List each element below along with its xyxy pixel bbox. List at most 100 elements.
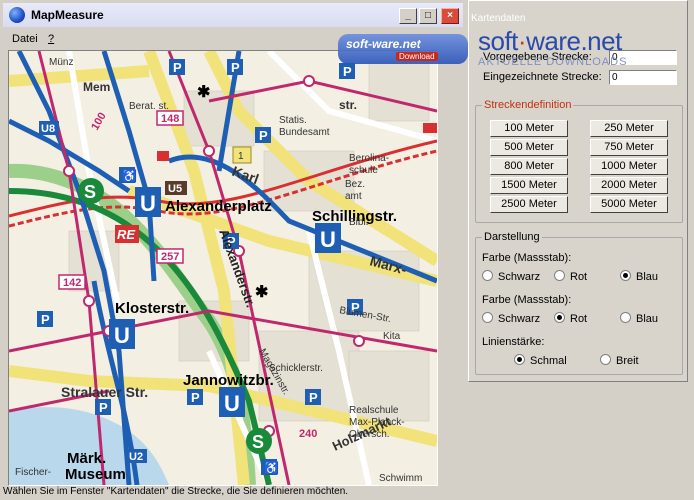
label-schule: schule [349, 165, 378, 176]
radio-farbe1-schwarz[interactable]: Schwarz [482, 270, 540, 283]
label-amt: amt [345, 191, 362, 202]
label-bez: Bez. [345, 179, 365, 190]
ubahn-station-icon: U [109, 319, 135, 349]
svg-text:P: P [309, 390, 318, 405]
streckendefinition-title: Streckendefinition [482, 99, 574, 111]
radio-label: Rot [570, 271, 588, 283]
title-bar[interactable]: MapMeasure _ □ × [3, 3, 463, 27]
svg-text:P: P [259, 128, 268, 143]
radio-schmal[interactable]: Schmal [514, 354, 567, 367]
radio-icon [482, 312, 493, 323]
watermark-logo-dot: · [517, 26, 527, 56]
station-maerk-museum-line2: Museum [65, 466, 126, 483]
map-view[interactable]: P P P P P P P P P P U U U U S S RE ♿ ♿ ✱… [8, 50, 438, 486]
station-jannowitzbr: Jannowitzbr. [183, 372, 274, 389]
radio-breit[interactable]: Breit [600, 354, 639, 367]
parking-icon: P [305, 389, 321, 405]
city-map[interactable]: P P P P P P P P P P U U U U S S RE ♿ ♿ ✱… [9, 51, 437, 485]
btn-800m[interactable]: 800 Meter [490, 158, 568, 175]
label-str: str. [339, 98, 357, 112]
btn-5000m[interactable]: 5000 Meter [590, 196, 668, 213]
wheelchair-icon: ♿ [261, 459, 279, 475]
street-stralauer: Stralauer Str. [61, 384, 148, 400]
radio-label: Schmal [530, 355, 567, 367]
ubahn-station-icon: U [135, 187, 161, 217]
watermark-small-text: soft-ware.net [346, 37, 421, 51]
label-obersch: Obersch. [349, 429, 390, 440]
app-icon [9, 7, 25, 23]
btn-750m[interactable]: 750 Meter [590, 139, 668, 156]
label-maxplanck: Max-Planck- [349, 417, 405, 428]
panel-title: Kartendaten [471, 13, 526, 24]
darstellung-group: Darstellung Farbe (Massstab): Schwarz Ro… [475, 231, 683, 375]
svg-text:S: S [84, 182, 96, 202]
radio-icon [554, 270, 565, 281]
farbe1-label: Farbe (Massstab): [482, 252, 572, 264]
radio-farbe1-blau[interactable]: Blau [620, 270, 658, 283]
svg-text:RE: RE [117, 227, 135, 242]
label-kita: Kita [383, 331, 401, 342]
linienstaerke-label: Linienstärke: [482, 336, 545, 348]
parking-icon: P [255, 127, 271, 143]
sbahn-station-icon: S [246, 428, 272, 454]
radio-farbe2-blau[interactable]: Blau [620, 312, 658, 325]
watermark-subtitle: AKTUELLE DOWNLOADS [478, 56, 628, 68]
svg-text:P: P [99, 400, 108, 415]
route-240-label: 240 [299, 428, 317, 440]
main-window: MapMeasure _ □ × Datei ? P P P P P P P P… [0, 0, 467, 500]
radio-icon [514, 354, 525, 365]
u5-label: U5 [168, 183, 182, 195]
kartendaten-panel: Kartendaten Vorgegebene Strecke: 0 Einge… [466, 0, 694, 500]
minimize-button[interactable]: _ [399, 8, 417, 24]
ubahn-station-icon: U [219, 387, 245, 417]
sbahn-station-icon: S [78, 178, 104, 204]
svg-text:U: U [114, 323, 130, 348]
btn-2500m[interactable]: 2500 Meter [490, 196, 568, 213]
u8-label: U8 [41, 123, 55, 135]
radio-icon [554, 312, 565, 323]
label-schwimm: Schwimm [379, 473, 422, 484]
watermark-logo: soft·ware.net [478, 26, 622, 57]
radio-icon [600, 354, 611, 365]
status-bar: Wählen Sie im Fenster "Kartendaten" die … [3, 486, 349, 497]
radio-icon [620, 270, 631, 281]
menu-help[interactable]: ? [48, 33, 54, 45]
menu-datei[interactable]: Datei [12, 33, 38, 45]
label-mem: Mem [83, 80, 110, 94]
parking-icon: P [37, 311, 53, 327]
radio-farbe2-schwarz[interactable]: Schwarz [482, 312, 540, 325]
btn-2000m[interactable]: 2000 Meter [590, 177, 668, 194]
label-berat: Berat. st. [129, 101, 169, 112]
svg-text:✱: ✱ [197, 84, 210, 101]
svg-text:U: U [320, 227, 336, 252]
parking-icon: P [169, 59, 185, 75]
eingezeichnete-field[interactable]: 0 [609, 70, 677, 85]
station-maerk-museum: Märk. [67, 450, 106, 467]
watermark-logo-part2: ware.net [526, 26, 622, 56]
btn-1500m[interactable]: 1500 Meter [490, 177, 568, 194]
radio-label: Blau [636, 271, 659, 283]
station-alexanderplatz: Alexanderplatz [165, 198, 272, 215]
radio-farbe2-rot[interactable]: Rot [554, 312, 587, 325]
label-muenz: Münz [49, 57, 73, 68]
svg-text:P: P [173, 60, 182, 75]
label-berolina: Berolina- [349, 153, 389, 164]
svg-text:P: P [41, 312, 50, 327]
svg-text:S: S [252, 432, 264, 452]
maximize-button[interactable]: □ [419, 8, 437, 24]
close-button[interactable]: × [441, 8, 459, 24]
svg-text:♿: ♿ [264, 461, 279, 475]
radio-label: Rot [570, 313, 588, 325]
watermark: soft-ware.net Download soft·ware.net AKT… [330, 26, 690, 72]
svg-text:U: U [140, 191, 156, 216]
btn-1000m[interactable]: 1000 Meter [590, 158, 668, 175]
radio-label: Blau [636, 313, 659, 325]
u2-label: U2 [129, 451, 143, 463]
btn-500m[interactable]: 500 Meter [490, 139, 568, 156]
btn-100m[interactable]: 100 Meter [490, 120, 568, 137]
radio-farbe1-rot[interactable]: Rot [554, 270, 587, 283]
watermark-logo-part1: soft [478, 26, 518, 56]
btn-250m[interactable]: 250 Meter [590, 120, 668, 137]
radio-label: Breit [616, 355, 639, 367]
farbe2-label: Farbe (Massstab): [482, 294, 572, 306]
